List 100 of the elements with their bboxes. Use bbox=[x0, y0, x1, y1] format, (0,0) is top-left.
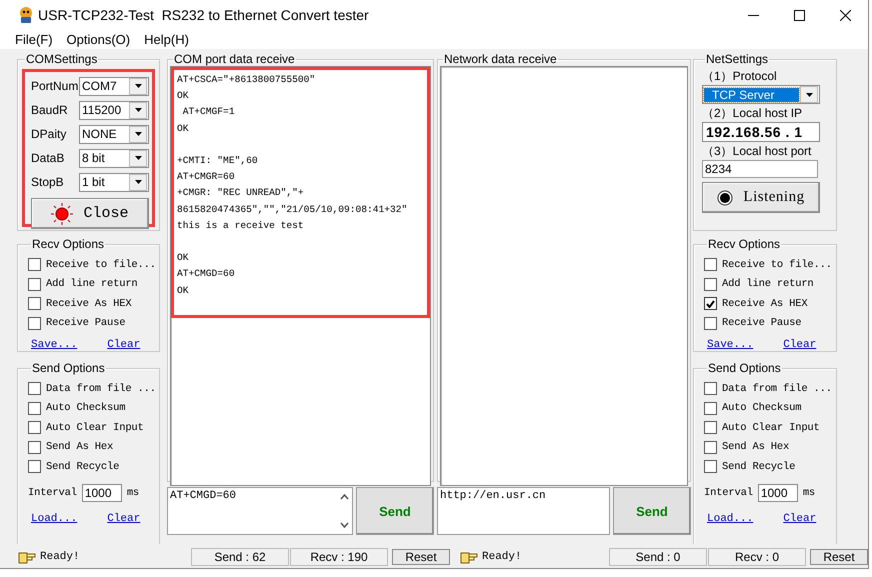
dropdown-arrow-icon bbox=[134, 132, 142, 136]
interval-label: Interval bbox=[28, 486, 77, 498]
checkbox-label: Auto Checksum bbox=[46, 402, 126, 414]
checkbox[interactable] bbox=[704, 440, 717, 454]
checkbox[interactable] bbox=[28, 297, 41, 310]
link[interactable]: Save... bbox=[31, 339, 78, 351]
checkbox[interactable] bbox=[704, 402, 717, 415]
checkbox[interactable] bbox=[28, 421, 41, 434]
link[interactable]: Clear bbox=[107, 339, 140, 351]
checkbox-label: Receive to file... bbox=[46, 258, 156, 271]
unit-label: ms bbox=[126, 486, 140, 498]
checkbox[interactable] bbox=[28, 402, 41, 415]
checkbox-label: Add line return bbox=[722, 278, 814, 290]
close-port-button[interactable]: Close bbox=[31, 198, 149, 229]
menu-item[interactable]: Options(O) bbox=[66, 32, 130, 47]
link[interactable]: Save... bbox=[707, 339, 754, 351]
dropdown[interactable]: 115200 bbox=[79, 100, 149, 120]
group-title: Send Options bbox=[31, 361, 106, 375]
scroll-down-icon bbox=[340, 522, 348, 528]
send-counter: Send : 0 bbox=[609, 548, 707, 566]
checkbox-label: Send Recycle bbox=[722, 460, 796, 473]
checkbox-label: Data from file ... bbox=[722, 382, 832, 395]
checkbox-label: Receive Pause bbox=[46, 317, 126, 330]
checkbox[interactable] bbox=[28, 258, 41, 272]
checkbox-label: Auto Checksum bbox=[722, 402, 802, 414]
checkbox[interactable] bbox=[28, 440, 41, 454]
link[interactable]: Load... bbox=[31, 512, 78, 524]
checkbox-label: Receive As HEX bbox=[46, 298, 132, 310]
menu-item[interactable]: Help(H) bbox=[144, 32, 189, 47]
dropdown-arrow-icon bbox=[134, 180, 142, 184]
group-title: Recv Options bbox=[31, 237, 106, 251]
group-title: COM port data receive bbox=[173, 52, 296, 66]
dropdown[interactable]: 8 bit bbox=[79, 148, 149, 168]
checkbox-label: Auto Clear Input bbox=[722, 422, 820, 434]
checkbox-label: Auto Clear Input bbox=[46, 422, 144, 434]
checkbox-label: Receive As HEX bbox=[722, 298, 808, 310]
window-title: USR-TCP232-Test RS232 to Ethernet Convert tester bbox=[38, 7, 369, 23]
send-counter: Send : 62 bbox=[191, 548, 289, 566]
link[interactable]: Clear bbox=[783, 339, 816, 351]
field-label: （1）Protocol bbox=[702, 68, 778, 85]
checkbox-label: Send As Hex bbox=[46, 441, 114, 454]
dropdown[interactable]: NONE bbox=[79, 124, 149, 144]
group-title: COMSettings bbox=[25, 52, 98, 66]
ip-field[interactable]: 192.168.56 . 1 bbox=[702, 122, 820, 142]
link[interactable]: Load... bbox=[707, 512, 754, 524]
status-message: Ready! bbox=[40, 551, 81, 563]
dropdown[interactable]: 1 bit bbox=[79, 172, 149, 192]
checkbox[interactable] bbox=[28, 278, 41, 291]
field-label: DataB bbox=[31, 151, 64, 165]
checkbox[interactable] bbox=[704, 382, 717, 396]
send-input[interactable]: http://en.usr.cn bbox=[437, 487, 610, 535]
menu-item[interactable]: File(F) bbox=[15, 32, 53, 47]
send-button[interactable]: Send bbox=[613, 487, 691, 535]
dropdown[interactable]: TCP Server bbox=[702, 85, 820, 104]
checkmark-icon bbox=[706, 300, 715, 308]
received-text: AT+CSCA="+8613800755500" OK AT+CMGF=1 OK +CMTI: "ME",60 AT+CMGR=60 +CMGR: "REC UNREAD","+ 8615820474365","","21/05/10,09:08:41+32" this is a receive test OK AT+CMGD=60 OK bbox=[177, 73, 408, 298]
checkbox[interactable] bbox=[704, 316, 717, 330]
scroll-up-icon bbox=[340, 494, 348, 500]
reset-button[interactable]: Reset bbox=[810, 549, 868, 565]
checkbox-label: Add line return bbox=[46, 278, 138, 290]
unit-label: ms bbox=[802, 486, 816, 498]
checkbox[interactable] bbox=[704, 297, 717, 310]
checkbox[interactable] bbox=[704, 278, 717, 291]
interval-field[interactable]: 1000 bbox=[82, 484, 122, 502]
status-message: Ready! bbox=[482, 551, 523, 563]
checkbox[interactable] bbox=[704, 258, 717, 272]
checkbox-label: Send As Hex bbox=[722, 441, 790, 454]
send-button[interactable]: Send bbox=[356, 487, 434, 535]
group-title: Network data receive bbox=[443, 52, 558, 66]
dropdown[interactable]: COM7 bbox=[79, 76, 149, 96]
group-title: Send Options bbox=[707, 361, 782, 375]
field-label: StopB bbox=[31, 175, 64, 189]
link[interactable]: Clear bbox=[107, 512, 140, 524]
checkbox[interactable] bbox=[704, 421, 717, 434]
listening-button[interactable]: Listening bbox=[702, 182, 820, 213]
checkbox-label: Send Recycle bbox=[46, 460, 120, 473]
link[interactable]: Clear bbox=[783, 512, 816, 524]
checkbox[interactable] bbox=[28, 316, 41, 330]
field-label: （2）Local host IP bbox=[702, 105, 804, 122]
dropdown-arrow-icon bbox=[134, 156, 142, 160]
dropdown-arrow-icon bbox=[134, 108, 142, 112]
group-title: NetSettings bbox=[705, 52, 770, 66]
app-icon bbox=[18, 6, 34, 24]
checkbox[interactable] bbox=[28, 460, 41, 474]
interval-field[interactable]: 1000 bbox=[758, 484, 798, 502]
port-field[interactable]: 8234 bbox=[702, 160, 818, 178]
checkbox-label: Receive to file... bbox=[722, 258, 832, 271]
interval-label: Interval bbox=[704, 486, 753, 498]
receive-counter: Recv : 0 bbox=[708, 548, 806, 566]
dropdown-arrow-icon bbox=[806, 92, 812, 96]
send-input[interactable]: AT+CMGD=60 bbox=[167, 487, 353, 535]
maximize-icon bbox=[794, 10, 804, 20]
checkbox[interactable] bbox=[28, 382, 41, 396]
group-title: Recv Options bbox=[707, 237, 782, 251]
lamp-icon bbox=[51, 202, 74, 224]
checkbox[interactable] bbox=[704, 460, 717, 474]
pointing-hand-icon bbox=[460, 550, 478, 564]
checkbox-label: Data from file ... bbox=[46, 382, 156, 395]
field-label: BaudR bbox=[31, 103, 68, 117]
reset-button[interactable]: Reset bbox=[392, 549, 450, 565]
